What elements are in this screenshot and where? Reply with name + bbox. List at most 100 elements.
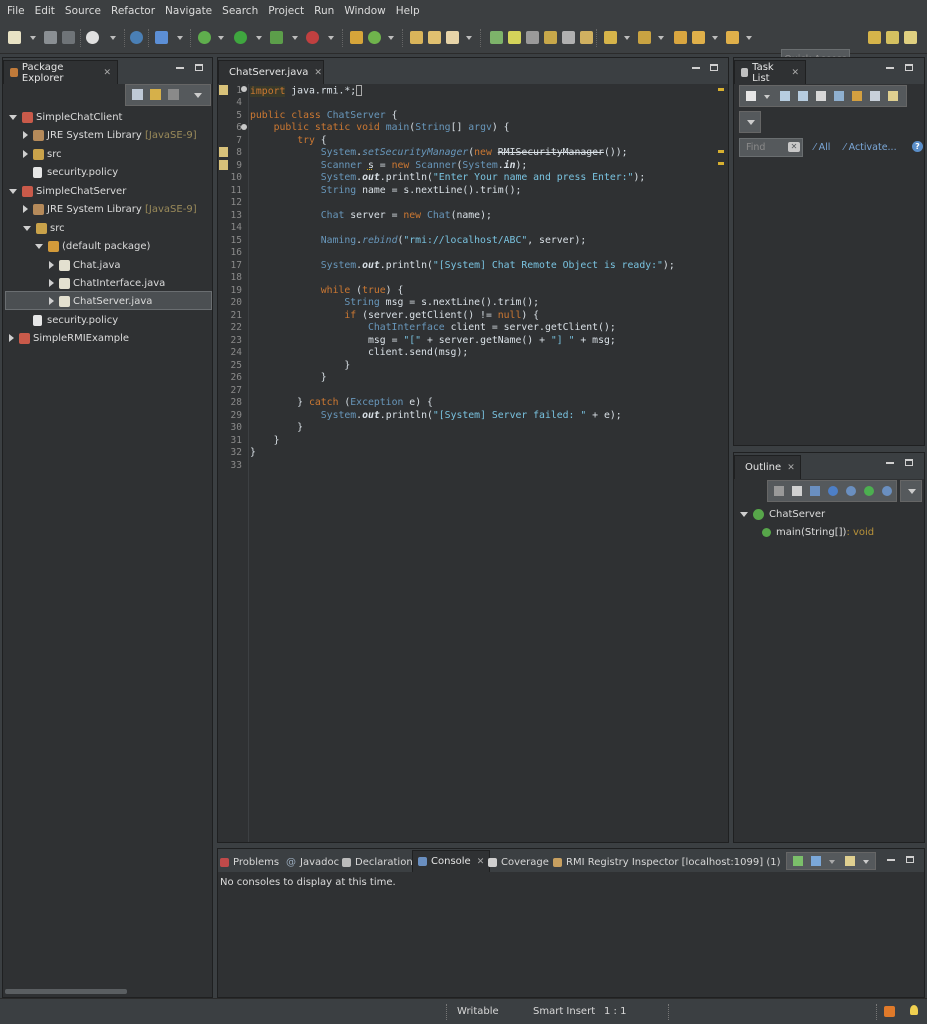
view-menu-button[interactable] bbox=[739, 111, 761, 133]
code-line-8[interactable]: System.setSecurityManager(new RMISecurit… bbox=[250, 147, 628, 158]
skip-breakpoints-icon[interactable] bbox=[130, 31, 143, 44]
expanded-icon[interactable] bbox=[9, 114, 17, 120]
code-line-29[interactable]: System.out.println("[System] Server fail… bbox=[250, 410, 622, 421]
back-icon[interactable] bbox=[692, 31, 705, 44]
save-all-icon[interactable] bbox=[62, 31, 75, 44]
collapsed-icon[interactable] bbox=[49, 261, 54, 269]
horizontal-scrollbar[interactable] bbox=[5, 989, 127, 994]
tab-problems[interactable]: Problems bbox=[220, 853, 279, 871]
toggle-word-wrap-icon[interactable] bbox=[526, 31, 539, 44]
new-task-dropdown-icon[interactable] bbox=[764, 95, 770, 99]
new-java-project-icon[interactable] bbox=[350, 31, 363, 44]
hide-static-icon[interactable] bbox=[828, 486, 838, 496]
collapsed-icon[interactable] bbox=[23, 131, 28, 139]
show-whitespace-icon[interactable] bbox=[562, 31, 575, 44]
coverage-dropdown-icon[interactable] bbox=[292, 36, 298, 40]
tree-item-jre-library[interactable]: JRE System Library [JavaSE-9] bbox=[23, 126, 197, 144]
minimize-icon[interactable] bbox=[886, 462, 894, 464]
tree-item-chat-java[interactable]: Chat.java bbox=[49, 256, 121, 274]
close-icon[interactable]: ✕ bbox=[791, 68, 799, 78]
scheduled-icon[interactable] bbox=[798, 91, 808, 101]
new-task-icon[interactable] bbox=[746, 91, 756, 101]
code-line-26[interactable]: } bbox=[250, 372, 327, 383]
view-menu-button[interactable] bbox=[900, 480, 922, 502]
tree-item-simplechatclient[interactable]: SimpleChatClient bbox=[9, 108, 122, 126]
maximize-icon[interactable] bbox=[195, 64, 203, 71]
sort-icon[interactable] bbox=[792, 486, 802, 496]
code-line-32[interactable]: } bbox=[250, 447, 256, 458]
save-icon[interactable] bbox=[44, 31, 57, 44]
expanded-icon[interactable] bbox=[35, 243, 43, 249]
perspective-debug-icon[interactable] bbox=[886, 31, 899, 44]
menu-run[interactable]: Run bbox=[309, 0, 339, 22]
forward-dropdown-icon[interactable] bbox=[746, 36, 752, 40]
expanded-icon[interactable] bbox=[740, 511, 748, 517]
toggle-breadcrumb-icon[interactable] bbox=[490, 31, 503, 44]
collapse-all-icon[interactable] bbox=[132, 89, 143, 100]
tab-javadoc[interactable]: @ Javadoc bbox=[286, 853, 339, 871]
code-line-9[interactable]: Scanner s = new Scanner(System.in); bbox=[250, 160, 528, 171]
run-icon[interactable] bbox=[234, 31, 247, 44]
code-line-5[interactable]: public class ChatServer { bbox=[250, 110, 397, 121]
collapse-all-icon[interactable] bbox=[870, 91, 880, 101]
user-dropdown-icon[interactable] bbox=[110, 36, 116, 40]
external-tools-dropdown-icon[interactable] bbox=[328, 36, 334, 40]
collapsed-icon[interactable] bbox=[49, 279, 54, 287]
tree-item-security-policy[interactable]: security.policy bbox=[33, 163, 118, 181]
new-icon[interactable] bbox=[8, 31, 21, 44]
tree-item-simplechatserver[interactable]: SimpleChatServer bbox=[9, 182, 126, 200]
warning-marker-icon[interactable] bbox=[219, 147, 228, 157]
code-line-15[interactable]: Naming.rebind("rmi://localhost/ABC", ser… bbox=[250, 235, 586, 246]
minimize-icon[interactable] bbox=[176, 67, 184, 69]
next-annotation-dropdown-icon[interactable] bbox=[624, 36, 630, 40]
lightbulb-icon[interactable] bbox=[910, 1005, 918, 1015]
tree-item-jre-library[interactable]: JRE System Library [JavaSE-9] bbox=[23, 200, 197, 218]
display-console-icon[interactable] bbox=[793, 856, 803, 866]
previous-annotation-icon[interactable] bbox=[638, 31, 651, 44]
warning-marker-icon[interactable] bbox=[219, 85, 228, 95]
tab-console[interactable]: Console ✕ bbox=[412, 850, 491, 872]
perspective-java-icon[interactable] bbox=[868, 31, 881, 44]
chevron-down-icon[interactable] bbox=[863, 860, 869, 864]
close-icon[interactable]: ✕ bbox=[477, 857, 485, 867]
debug-target-dropdown-icon[interactable] bbox=[177, 36, 183, 40]
new-dropdown-icon[interactable] bbox=[30, 36, 36, 40]
minimize-icon[interactable] bbox=[692, 67, 700, 69]
external-tools-icon[interactable] bbox=[306, 31, 319, 44]
tab-package-explorer[interactable]: Package Explorer ✕ bbox=[3, 60, 118, 84]
coverage-icon[interactable] bbox=[270, 31, 283, 44]
tab-rmi-registry-inspector[interactable]: RMI Registry Inspector [localhost:1099] … bbox=[553, 853, 781, 871]
show-people-icon[interactable] bbox=[852, 91, 862, 101]
open-type-icon[interactable] bbox=[410, 31, 423, 44]
code-line-21[interactable]: if (server.getClient() != null) { bbox=[250, 310, 539, 321]
code-line-25[interactable]: } bbox=[250, 360, 350, 371]
maximize-icon[interactable] bbox=[710, 64, 718, 71]
code-line-11[interactable]: String name = s.nextLine().trim(); bbox=[250, 185, 522, 196]
filter-icon[interactable] bbox=[168, 89, 179, 100]
perspective-java-ee-icon[interactable] bbox=[904, 31, 917, 44]
maximize-icon[interactable] bbox=[905, 459, 913, 466]
minimize-icon[interactable] bbox=[887, 859, 895, 861]
code-line-1[interactable]: import java.rmi.*; bbox=[250, 85, 363, 97]
tree-item-security-policy[interactable]: security.policy bbox=[33, 311, 118, 329]
hide-nonpublic-icon[interactable] bbox=[846, 486, 856, 496]
menu-refactor[interactable]: Refactor bbox=[106, 0, 160, 22]
code-line-13[interactable]: Chat server = new Chat(name); bbox=[250, 210, 492, 221]
code-line-7[interactable]: try { bbox=[250, 135, 327, 146]
code-line-24[interactable]: client.send(msg); bbox=[250, 347, 468, 358]
code-line-23[interactable]: msg = "[" + server.getName() + "] " + ms… bbox=[250, 335, 616, 346]
collapsed-icon[interactable] bbox=[23, 205, 28, 213]
open-console-icon[interactable] bbox=[845, 856, 855, 866]
tab-outline[interactable]: Outline ✕ bbox=[734, 455, 801, 479]
code-line-17[interactable]: System.out.println("[System] Chat Remote… bbox=[250, 260, 675, 271]
tab-task-list[interactable]: Task List ✕ bbox=[734, 60, 806, 84]
menu-file[interactable]: File bbox=[2, 0, 30, 22]
code-line-22[interactable]: ChatInterface client = server.getClient(… bbox=[250, 322, 616, 333]
hide-completed-icon[interactable] bbox=[816, 91, 826, 101]
tree-item-src[interactable]: src bbox=[23, 219, 65, 237]
user-icon[interactable] bbox=[86, 31, 99, 44]
menu-help[interactable]: Help bbox=[391, 0, 425, 22]
tree-item-default-package[interactable]: (default package) bbox=[35, 237, 150, 255]
open-task-icon[interactable] bbox=[428, 31, 441, 44]
task-find-input[interactable]: Find ✕ bbox=[739, 138, 803, 157]
